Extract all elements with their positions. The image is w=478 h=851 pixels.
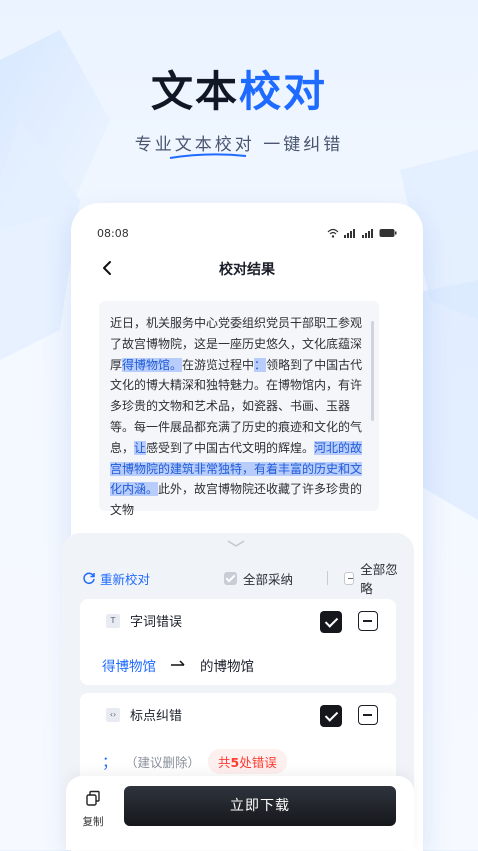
count-value: 5 <box>230 755 240 770</box>
page-title: 校对结果 <box>219 262 275 278</box>
accept-button[interactable] <box>320 611 342 633</box>
count-prefix: 共 <box>218 755 231 770</box>
hero-title-accent: 校对 <box>239 67 328 116</box>
action-row: 重新校对 全部采纳 全部忽略 <box>82 562 398 596</box>
hero-title-main: 文本 <box>150 67 239 116</box>
error-highlight[interactable]: ： <box>254 357 267 372</box>
document-text-area[interactable]: 近日，机关服务中心党委组织党员干部职工参观了故宫博物院，这是一座历史悠久，文化底… <box>99 301 379 517</box>
card-category: 字词错误 <box>130 615 183 630</box>
text-segment: 感受到了中国古代文明的辉煌。 <box>146 440 315 455</box>
ignore-all-label: 全部忽略 <box>360 562 398 596</box>
check-icon <box>224 571 237 585</box>
error-highlight[interactable]: 得博物馆。 <box>122 357 183 372</box>
ignore-button[interactable] <box>358 611 378 631</box>
battery-icon <box>379 229 397 237</box>
error-card-punctuation: ‹› 标点纠错 ； （建议删除） 共5处错误 <box>80 693 396 783</box>
signal-icon-2 <box>362 229 373 238</box>
redo-proofread-button[interactable]: 重新校对 <box>82 569 150 588</box>
document-text: 近日，机关服务中心党委组织党员干部职工参观了故宫博物院，这是一座历史悠久，文化底… <box>110 313 370 521</box>
redo-label: 重新校对 <box>100 571 151 587</box>
signal-icon <box>344 229 355 238</box>
text-icon: T <box>106 613 120 628</box>
error-card-word: T 字词错误 得博物馆 的博物馆 <box>80 599 396 685</box>
status-icons <box>327 228 397 238</box>
correction-row: ； （建议删除） 共5处错误 <box>102 749 287 774</box>
ignore-all-button[interactable]: 全部忽略 <box>344 559 398 597</box>
minus-icon <box>344 571 355 585</box>
refresh-icon <box>83 572 95 585</box>
accept-all-button[interactable]: 全部采纳 <box>224 569 293 588</box>
nav-bar: 校对结果 <box>79 255 415 285</box>
card-header: T 字词错误 <box>106 611 182 630</box>
status-bar: 08:08 <box>97 225 397 241</box>
copy-label: 复制 <box>82 816 104 828</box>
punctuation-icon: ‹› <box>106 707 120 722</box>
copy-button[interactable]: 复制 <box>80 790 106 829</box>
error-count-badge: 共5处错误 <box>208 749 287 774</box>
card-category: 标点纠错 <box>130 709 183 724</box>
corrected-text: 的博物馆 <box>200 659 254 675</box>
error-highlight[interactable]: 让 <box>134 440 147 455</box>
accept-button[interactable] <box>320 705 342 727</box>
copy-icon <box>86 790 100 806</box>
punctuation-mark: ； <box>102 753 118 771</box>
accept-all-label: 全部采纳 <box>243 571 294 587</box>
chevron-down-icon[interactable] <box>226 539 246 549</box>
status-time: 08:08 <box>97 226 129 240</box>
subtitle-underline-decoration <box>169 153 247 159</box>
correction-row: 得博物馆 的博物馆 <box>102 655 254 675</box>
arrow-right-icon <box>171 660 185 666</box>
text-scrollbar[interactable] <box>371 321 374 421</box>
wifi-icon <box>327 228 339 238</box>
text-segment: 在游览过程中 <box>182 357 255 372</box>
bottom-bar: 复制 立即下载 <box>66 776 414 850</box>
divider <box>327 571 328 585</box>
ignore-button[interactable] <box>358 705 378 725</box>
hero-title: 文本校对 <box>0 58 478 119</box>
wrong-text: 得博物馆 <box>102 659 156 675</box>
download-button[interactable]: 立即下载 <box>124 786 396 826</box>
card-header: ‹› 标点纠错 <box>106 705 182 724</box>
count-suffix: 处错误 <box>239 755 277 770</box>
suggestion-text: （建议删除） <box>125 755 201 770</box>
